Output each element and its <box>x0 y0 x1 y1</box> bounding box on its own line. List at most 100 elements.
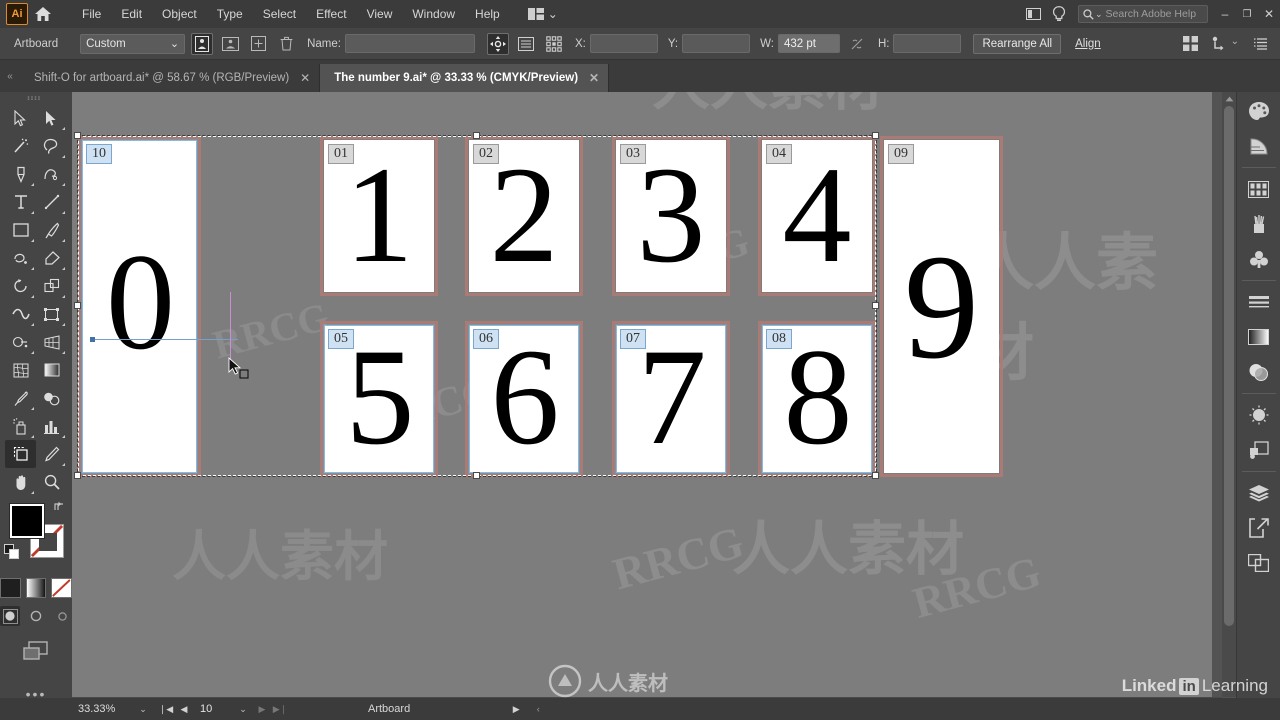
lasso-tool[interactable] <box>36 132 67 160</box>
zoom-chevron-icon[interactable]: ⌄ <box>134 704 152 715</box>
tab-shift-o-for-artboard[interactable]: Shift-O for artboard.ai* @ 58.67 % (RGB/… <box>20 64 321 92</box>
previous-artboard-button[interactable]: ◀ <box>176 701 192 717</box>
portrait-orientation-button[interactable] <box>191 32 214 55</box>
menu-help[interactable]: Help <box>465 3 510 25</box>
swatches-panel-icon[interactable] <box>1243 173 1275 205</box>
toolbar-drag-handle[interactable] <box>0 92 72 104</box>
document-canvas[interactable]: RRCG 人人素材 RRCG RRCG RRCG 人人素材 人人素材 RRCG … <box>72 92 1212 697</box>
artboards-panel-icon[interactable] <box>1243 547 1275 579</box>
zoom-tool[interactable] <box>36 468 67 496</box>
vertical-scrollbar[interactable] <box>1222 92 1236 697</box>
menu-type[interactable]: Type <box>207 3 253 25</box>
perspective-grid-tool[interactable] <box>36 328 67 356</box>
artboard-name-input[interactable] <box>344 34 475 53</box>
status-grip-icon[interactable]: ‹ <box>530 701 546 717</box>
delete-artboard-button[interactable] <box>275 33 297 55</box>
selection-handle-top-right[interactable] <box>872 132 879 139</box>
rotate-tool[interactable] <box>5 272 36 300</box>
artboard-chevron-icon[interactable]: ⌄ <box>234 704 252 715</box>
artboard-tool[interactable] <box>5 440 36 468</box>
selection-handle-middle-left[interactable] <box>74 302 81 309</box>
height-input[interactable] <box>893 34 962 53</box>
line-segment-tool[interactable] <box>36 188 67 216</box>
artboard-label-05[interactable]: 05 <box>328 329 354 350</box>
artboard-preset-select[interactable]: Custom ⌄ <box>80 33 186 54</box>
gradient-fill-mode-button[interactable] <box>25 578 47 598</box>
selection-handle-top-middle[interactable] <box>473 132 480 139</box>
scale-tool[interactable] <box>36 272 67 300</box>
vertical-scroll-thumb[interactable] <box>1224 106 1234 626</box>
color-fill-mode-button[interactable] <box>0 578 21 598</box>
mesh-tool[interactable] <box>5 356 36 384</box>
type-tool[interactable] <box>5 188 36 216</box>
stroke-panel-icon[interactable] <box>1243 286 1275 318</box>
hand-tool[interactable] <box>5 468 36 496</box>
color-panel-icon[interactable] <box>1243 95 1275 127</box>
asset-export-panel-icon[interactable] <box>1243 512 1275 544</box>
artboard-options-button[interactable] <box>515 33 537 55</box>
artboard-label-03[interactable]: 03 <box>620 144 646 165</box>
direct-selection-tool[interactable] <box>36 104 67 132</box>
width-tool[interactable] <box>5 300 36 328</box>
artboard-label-06[interactable]: 06 <box>473 329 499 350</box>
magic-wand-tool[interactable] <box>5 132 36 160</box>
landscape-orientation-button[interactable] <box>219 33 241 55</box>
close-button[interactable]: ✕ <box>1258 0 1280 28</box>
menu-select[interactable]: Select <box>253 3 306 25</box>
search-adobe-help-input[interactable]: ⌄ Search Adobe Help <box>1078 5 1208 23</box>
selection-handle-bottom-middle[interactable] <box>473 472 480 479</box>
menu-view[interactable]: View <box>357 3 403 25</box>
current-artboard-number[interactable]: 10 <box>194 703 232 715</box>
discover-bulb-icon[interactable] <box>1046 0 1072 28</box>
status-context-arrow-icon[interactable]: ▶ <box>508 701 524 717</box>
column-graph-tool[interactable] <box>36 412 67 440</box>
transparency-panel-icon[interactable] <box>1243 356 1275 388</box>
artboard-label-09[interactable]: 09 <box>888 144 914 165</box>
rectangle-tool[interactable] <box>5 216 36 244</box>
preferences-icon[interactable] <box>1208 33 1230 55</box>
menu-file[interactable]: File <box>72 3 111 25</box>
home-icon[interactable] <box>28 0 58 28</box>
fill-swatch[interactable] <box>10 504 44 538</box>
last-artboard-button[interactable]: ▶❘ <box>272 701 288 717</box>
scroll-up-arrow-icon[interactable] <box>1222 92 1236 106</box>
curvature-tool[interactable] <box>36 160 67 188</box>
minimize-button[interactable]: – <box>1214 0 1236 28</box>
y-coord-input[interactable] <box>682 34 751 53</box>
width-input[interactable]: 432 pt <box>777 34 840 53</box>
eyedropper-tool[interactable] <box>5 384 36 412</box>
draw-normal-button[interactable] <box>0 606 20 626</box>
status-context-label[interactable]: Artboard <box>368 703 410 715</box>
zoom-level-value[interactable]: 33.33% <box>78 703 134 715</box>
color-guide-panel-icon[interactable] <box>1243 130 1275 162</box>
default-fill-stroke-icon[interactable] <box>4 544 20 560</box>
restore-button[interactable]: ❐ <box>1236 0 1258 28</box>
artboard-label-07[interactable]: 07 <box>620 329 646 350</box>
graphic-styles-panel-icon[interactable] <box>1243 434 1275 466</box>
artboard-label-04[interactable]: 04 <box>766 144 792 165</box>
artboard-10[interactable]: 0 <box>82 140 197 473</box>
x-coord-input[interactable] <box>589 34 658 53</box>
rearrange-all-button[interactable]: Rearrange All <box>973 33 1062 54</box>
screen-mode-button[interactable] <box>0 640 72 662</box>
layers-panel-icon[interactable] <box>1243 477 1275 509</box>
first-artboard-button[interactable]: ❘◀ <box>158 701 174 717</box>
shaper-tool[interactable] <box>5 244 36 272</box>
free-transform-tool[interactable] <box>36 300 67 328</box>
pen-tool[interactable] <box>5 160 36 188</box>
menu-edit[interactable]: Edit <box>111 3 152 25</box>
workspace-switcher-icon[interactable] <box>1020 0 1046 28</box>
paintbrush-tool[interactable] <box>36 216 67 244</box>
artboard-09[interactable]: 9 <box>884 140 999 473</box>
selection-handle-middle-right[interactable] <box>872 302 879 309</box>
artboard-label-08[interactable]: 08 <box>766 329 792 350</box>
next-artboard-button[interactable]: ▶ <box>254 701 270 717</box>
arrange-documents-button[interactable]: ⌄ <box>524 6 562 22</box>
selection-handle-top-left[interactable] <box>74 132 81 139</box>
slice-tool[interactable] <box>36 440 67 468</box>
tab-the-number-9[interactable]: The number 9.ai* @ 33.33 % (CMYK/Preview… <box>320 64 610 92</box>
draw-inside-button[interactable] <box>52 606 72 626</box>
move-copy-artwork-button[interactable] <box>543 33 565 55</box>
appearance-panel-icon[interactable] <box>1243 399 1275 431</box>
panel-menu-icon[interactable] <box>1250 33 1272 55</box>
